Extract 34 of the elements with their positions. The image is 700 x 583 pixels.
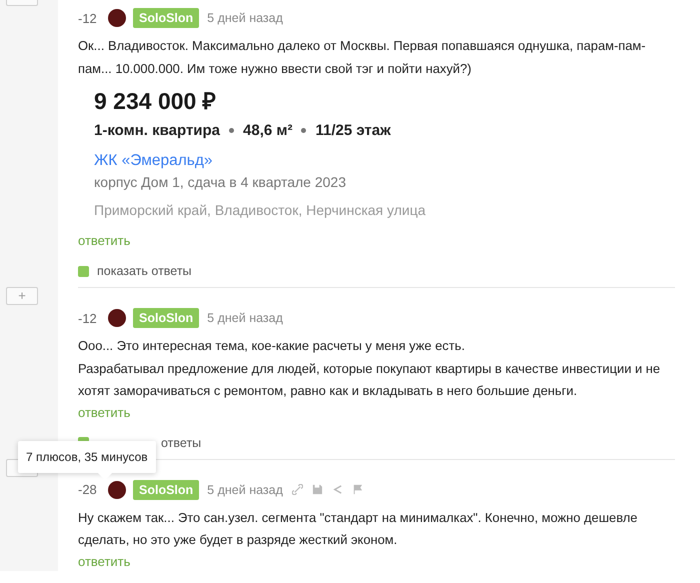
listing-price: 9 234 000 ₽: [94, 87, 217, 116]
reply-link[interactable]: ответить: [78, 233, 130, 248]
avatar[interactable]: [108, 9, 126, 27]
listing-spec: 1-комн. квартира: [94, 122, 220, 139]
comment-text: Ок... Владивосток. Максимально далеко от Москвы. Первая попавшаяся однушка, парам-пам-пам... 10.000.000. Им тоже нужно ввести свой тэг и пойти нахуй?): [78, 37, 647, 78]
comment-time: 5 дней назад: [207, 11, 283, 25]
comment-score: -28: [78, 482, 98, 497]
link-icon[interactable]: [292, 484, 303, 495]
complex-link[interactable]: ЖК «Эмеральд»: [94, 152, 675, 170]
comment-score: -12: [78, 310, 98, 326]
avatar[interactable]: [108, 480, 126, 498]
comment-text: Ооо... Это интересная тема, кое-какие расчеты у меня уже есть.: [78, 337, 466, 355]
comment-time: 5 дней назад: [207, 311, 283, 325]
comment-score: -12: [78, 10, 98, 26]
reply-link[interactable]: ответить: [78, 554, 130, 568]
author-name[interactable]: SoloSlon: [133, 8, 200, 28]
avatar[interactable]: [108, 309, 126, 327]
flag-icon[interactable]: [352, 484, 363, 495]
listing-spec: 11/25 этаж: [315, 122, 391, 139]
comment-text: Разрабатывал предложение для людей, которые покупают квартиры в качестве инвестиции и не хотят заморачиваться с ремонтом, равно как и вкладывать в него большие деньги.: [78, 360, 662, 400]
comment-time: 5 дней назад: [207, 482, 283, 496]
expand-button[interactable]: +: [6, 287, 38, 305]
dot-separator: [301, 128, 306, 133]
listing-spec: 48,6 м²: [243, 122, 292, 139]
author-name[interactable]: SoloSlon: [133, 308, 200, 328]
share-icon[interactable]: [332, 484, 343, 495]
comment-text: Ну скажем так... Это сан.узел. сегмента "стандарт на минималках". Конечно, можно дешевле сделать, но это уже будет в разряде жесткий эконом.: [78, 508, 638, 549]
building-info: корпус Дом 1, сдача в 4 квартале 2023: [94, 174, 347, 190]
author-name[interactable]: SoloSlon: [133, 480, 200, 500]
reply-link[interactable]: ответить: [78, 404, 130, 420]
listing-address: Приморский край, Владивосток, Нерчинская улица: [94, 202, 427, 218]
plus-icon[interactable]: [78, 266, 89, 276]
dot-separator: [229, 128, 234, 133]
show-replies-link[interactable]: показать ответы: [89, 264, 192, 278]
